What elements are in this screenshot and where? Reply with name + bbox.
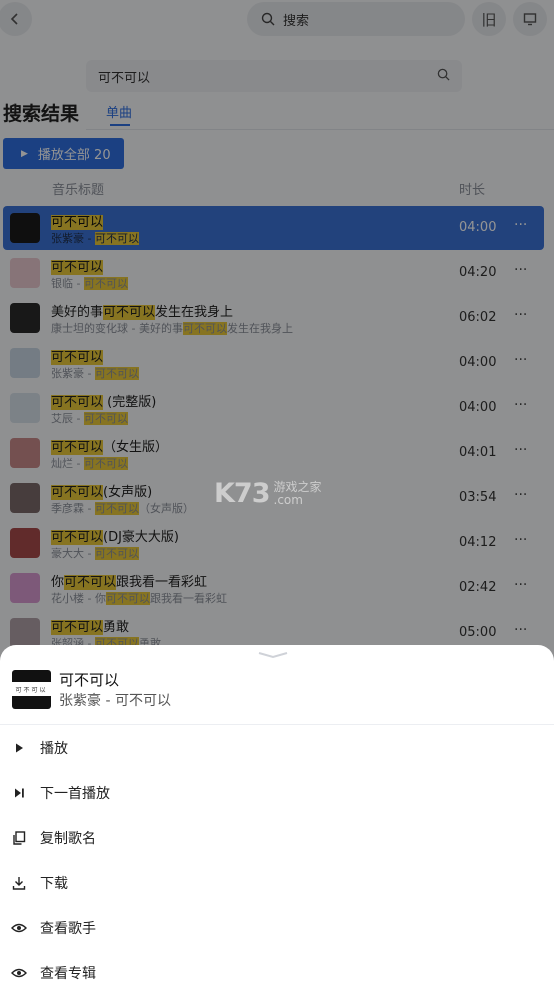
watermark-logo: K73 [214,478,270,509]
menu-item-label: 查看歌手 [40,920,96,937]
watermark-line2: .com [273,492,303,507]
drag-handle-icon[interactable] [258,651,288,659]
sheet-song-subtitle: 张紫豪 - 可不可以 [59,693,171,709]
menu-item-download[interactable]: 下载 [0,860,554,905]
album-cover-text: 可不可以 [15,686,48,694]
menu-item-label: 查看专辑 [40,965,96,982]
menu-item-label: 下一首播放 [40,785,110,802]
album-cover: 可不可以 [12,670,51,709]
play-next-icon [10,784,28,802]
menu-item-view-album[interactable]: 查看专辑 [0,950,554,995]
sheet-song-title: 可不可以 [59,671,120,689]
eye-icon [10,964,28,982]
menu-item-label: 播放 [40,740,68,757]
play-icon [10,739,28,757]
app-screen: 搜索 旧 可不可以 搜索结果 单曲 ▶ 播放全部 20 音乐标题 时长 可不可以… [0,0,554,991]
menu-item-copy-name[interactable]: 复制歌名 [0,815,554,860]
album-cover-band: 可不可以 [12,682,51,696]
menu-item-play[interactable]: 播放 [0,725,554,770]
menu-item-label: 复制歌名 [40,830,96,847]
download-icon [10,874,28,892]
watermark-line1: 游戏之家 [273,479,322,494]
watermark-text: 游戏之家 .com [273,479,322,507]
eye-icon [10,919,28,937]
menu-item-play-next[interactable]: 下一首播放 [0,770,554,815]
watermark: K73 游戏之家 .com [214,478,322,509]
menu-item-label: 下载 [40,875,68,892]
action-sheet: 可不可以 可不可以 张紫豪 - 可不可以 播放 下一首播放 复制歌名 下载 查看… [0,645,554,991]
copy-icon [10,829,28,847]
menu-item-view-artist[interactable]: 查看歌手 [0,905,554,950]
